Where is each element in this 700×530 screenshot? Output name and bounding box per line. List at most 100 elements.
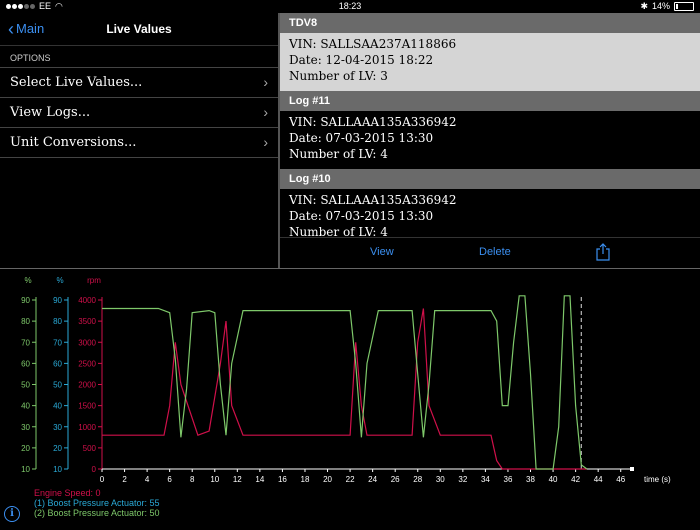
share-icon[interactable] [596,243,610,261]
x-tick-label: 46 [616,475,625,484]
x-tick-label: 16 [278,475,287,484]
y-tick-label: 0 [92,465,97,474]
log-vin: VIN: SALLAAA135A336942 [289,193,457,207]
legend-engine-speed: Engine Speed: 0 [34,488,101,498]
log-count: Number of LV: 4 [289,147,388,161]
x-tick-label: 30 [436,475,445,484]
log-vin: VIN: SALLAAA135A336942 [289,115,457,129]
menu-item-label: Select Live Values... [10,75,143,90]
x-tick-label: 10 [210,475,219,484]
y-tick-label: 10 [53,465,62,474]
x-tick-label: 20 [323,475,332,484]
menu-item-label: Unit Conversions... [10,135,137,150]
legend-boost-1: (1) Boost Pressure Actuator: 55 [34,498,160,508]
log-date: Date: 12-04-2015 18:22 [289,53,434,67]
options-panel: ‹ Main Live Values OPTIONS Select Live V… [0,13,278,268]
y-tick-label: 90 [21,296,30,305]
nav-bar: ‹ Main Live Values [0,13,278,46]
y-axis-unit: rpm [87,276,101,285]
series-engine-speed [102,308,587,470]
live-values-chart: % 10 20 30 40 50 60 70 80 90% 10 20 30 40 50 60 70 80 90 rp… [0,269,700,525]
x-tick-label: 38 [526,475,535,484]
x-tick-label: 28 [413,475,422,484]
log-header: TDV8 [280,13,700,33]
series-boost-pressure [102,295,588,470]
y-tick-label: 70 [53,338,62,347]
y-tick-label: 60 [53,359,62,368]
menu-item-select-live-values[interactable]: Select Live Values... › [0,68,278,98]
y-tick-label: 80 [53,317,62,326]
x-axis-end-marker [630,467,634,471]
y-tick-label: 2500 [78,359,96,368]
x-tick-label: 2 [122,475,127,484]
y-tick-label: 20 [21,444,30,453]
y-axis-unit: % [56,276,63,285]
x-tick-label: 22 [346,475,355,484]
chevron-right-icon: › [263,74,268,90]
menu-item-label: View Logs... [10,105,91,120]
view-button[interactable]: View [370,246,394,258]
logs-panel: TDV8 VIN: SALLSAA237A118866 Date: 12-04-… [280,13,700,268]
menu-item-view-logs[interactable]: View Logs... › [0,98,278,128]
log-action-bar: View Delete [280,237,700,268]
y-tick-label: 60 [21,359,30,368]
x-tick-label: 0 [100,475,105,484]
log-entry[interactable]: VIN: SALLAAA135A336942 Date: 07-03-2015 … [280,111,700,169]
x-tick-label: 24 [368,475,377,484]
page-title: Live Values [106,22,172,36]
y-tick-label: 30 [21,423,30,432]
menu-item-unit-conversions[interactable]: Unit Conversions... › [0,128,278,158]
log-date: Date: 07-03-2015 13:30 [289,209,434,223]
y-tick-label: 4000 [78,296,96,305]
y-tick-label: 3500 [78,317,96,326]
chevron-right-icon: › [263,104,268,120]
status-bar: EE ◠ 18:23 ✱ 14% [0,0,700,13]
y-tick-label: 30 [53,423,62,432]
y-tick-label: 80 [21,317,30,326]
y-tick-label: 50 [53,381,62,390]
x-tick-label: 36 [504,475,513,484]
y-tick-label: 20 [53,444,62,453]
chevron-right-icon: › [263,134,268,150]
legend-boost-2: (2) Boost Pressure Actuator: 50 [34,508,160,518]
x-tick-label: 18 [301,475,310,484]
y-tick-label: 3000 [78,338,96,347]
x-tick-label: 12 [233,475,242,484]
log-header: Log #10 [280,169,700,189]
bluetooth-icon: ✱ [640,1,648,11]
y-tick-label: 50 [21,381,30,390]
y-tick-label: 40 [21,402,30,411]
x-tick-label: 34 [481,475,490,484]
log-count: Number of LV: 3 [289,69,388,83]
log-vin: VIN: SALLSAA237A118866 [289,37,457,51]
x-axis-label: time (s) [644,475,671,484]
chart-legend: Engine Speed: 0 (1) Boost Pressure Actua… [34,488,160,518]
clock: 18:23 [338,1,362,11]
x-tick-label: 26 [391,475,400,484]
battery-icon [674,2,694,11]
battery-percent: 14% [651,1,670,11]
x-tick-label: 44 [594,475,603,484]
delete-button[interactable]: Delete [479,246,511,258]
y-tick-label: 70 [21,338,30,347]
x-tick-label: 6 [167,475,172,484]
log-header: Log #11 [280,91,700,111]
y-tick-label: 1000 [78,423,96,432]
x-tick-label: 4 [145,475,150,484]
y-axis-unit: % [24,276,31,285]
y-tick-label: 2000 [78,381,96,390]
y-tick-label: 90 [53,296,62,305]
info-icon[interactable]: i [4,506,20,522]
section-header: OPTIONS [0,46,278,68]
y-tick-label: 10 [21,465,30,474]
y-tick-label: 40 [53,402,62,411]
x-tick-label: 42 [571,475,580,484]
chart-canvas: %102030405060708090%102030405060708090rp… [21,276,671,484]
y-tick-label: 500 [83,444,97,453]
log-date: Date: 07-03-2015 13:30 [289,131,434,145]
x-tick-label: 40 [549,475,558,484]
x-tick-label: 14 [255,475,264,484]
log-entry[interactable]: VIN: SALLSAA237A118866 Date: 12-04-2015 … [280,33,700,91]
y-tick-label: 1500 [78,402,96,411]
x-tick-label: 32 [458,475,467,484]
